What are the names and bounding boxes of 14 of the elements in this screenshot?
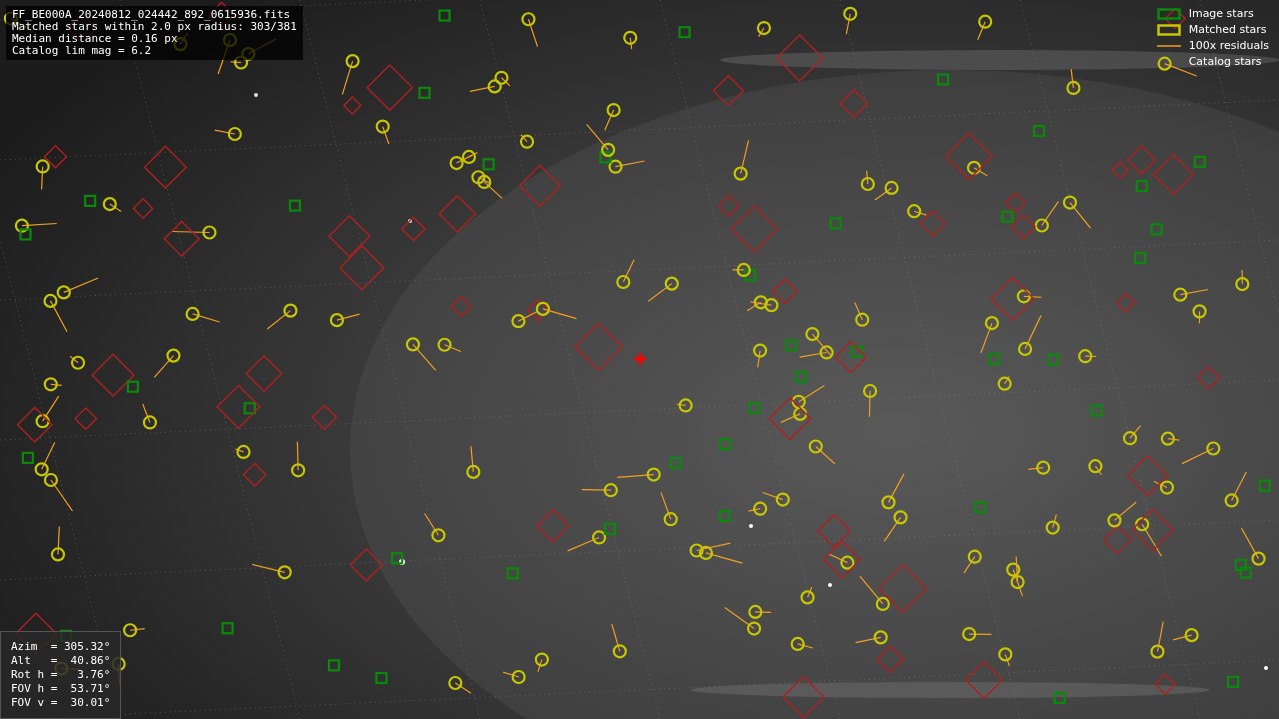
info-text: Median distance = 0.16 px	[12, 33, 179, 45]
info-text: FF_BE000A_20240812_024442_892_0615936.fits	[12, 9, 292, 21]
legend-label: 100x residuals	[1188, 38, 1269, 54]
pointing-text: Alt = 40.86°	[11, 654, 111, 668]
square-marker-icon	[1156, 8, 1181, 20]
legend-label: Catalog stars	[1188, 54, 1262, 70]
info-text: Matched stars within 2.0 px radius: 303/381	[12, 21, 297, 33]
legend-label: Matched stars	[1188, 22, 1267, 38]
pointing-text: Azim = 305.32°	[11, 640, 111, 654]
pointing-text: FOV v = 30.01°	[11, 696, 111, 710]
pointing-text: FOV h = 53.71°	[11, 682, 111, 696]
legend-label: Image stars	[1188, 6, 1254, 22]
info-text: Catalog lim mag = 6.2	[12, 45, 153, 57]
pointing-text: Rot h = 3.76°	[11, 668, 111, 682]
